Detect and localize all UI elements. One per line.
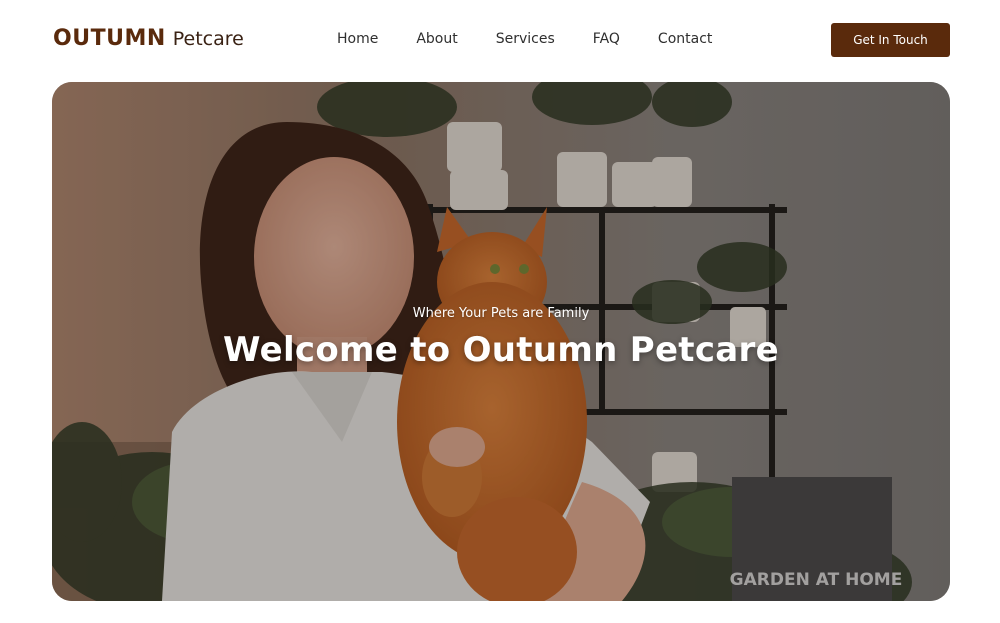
- nav-item-contact[interactable]: Contact: [658, 31, 712, 47]
- nav-item-about[interactable]: About: [416, 31, 457, 47]
- get-in-touch-button[interactable]: Get In Touch: [831, 23, 950, 57]
- main-nav: Home About Services FAQ Contact: [318, 31, 731, 47]
- brand-logo[interactable]: OUTUMN Petcare: [53, 26, 244, 51]
- hero-tagline: Where Your Pets are Family: [412, 306, 590, 321]
- brand-name-bold: OUTUMN: [53, 26, 166, 51]
- nav-item-services[interactable]: Services: [496, 31, 555, 47]
- hero-banner: GARDEN AT HOME Where Your Pets are Famil…: [52, 82, 950, 601]
- hero-title: Welcome to Outumn Petcare: [223, 330, 779, 370]
- nav-item-faq[interactable]: FAQ: [593, 31, 620, 47]
- nav-item-home[interactable]: Home: [337, 31, 378, 47]
- site-header: OUTUMN Petcare Home About Services FAQ C…: [0, 0, 1000, 80]
- brand-name-light: Petcare: [172, 28, 244, 50]
- hero-text-block: Where Your Pets are Family Welcome to Ou…: [52, 306, 950, 370]
